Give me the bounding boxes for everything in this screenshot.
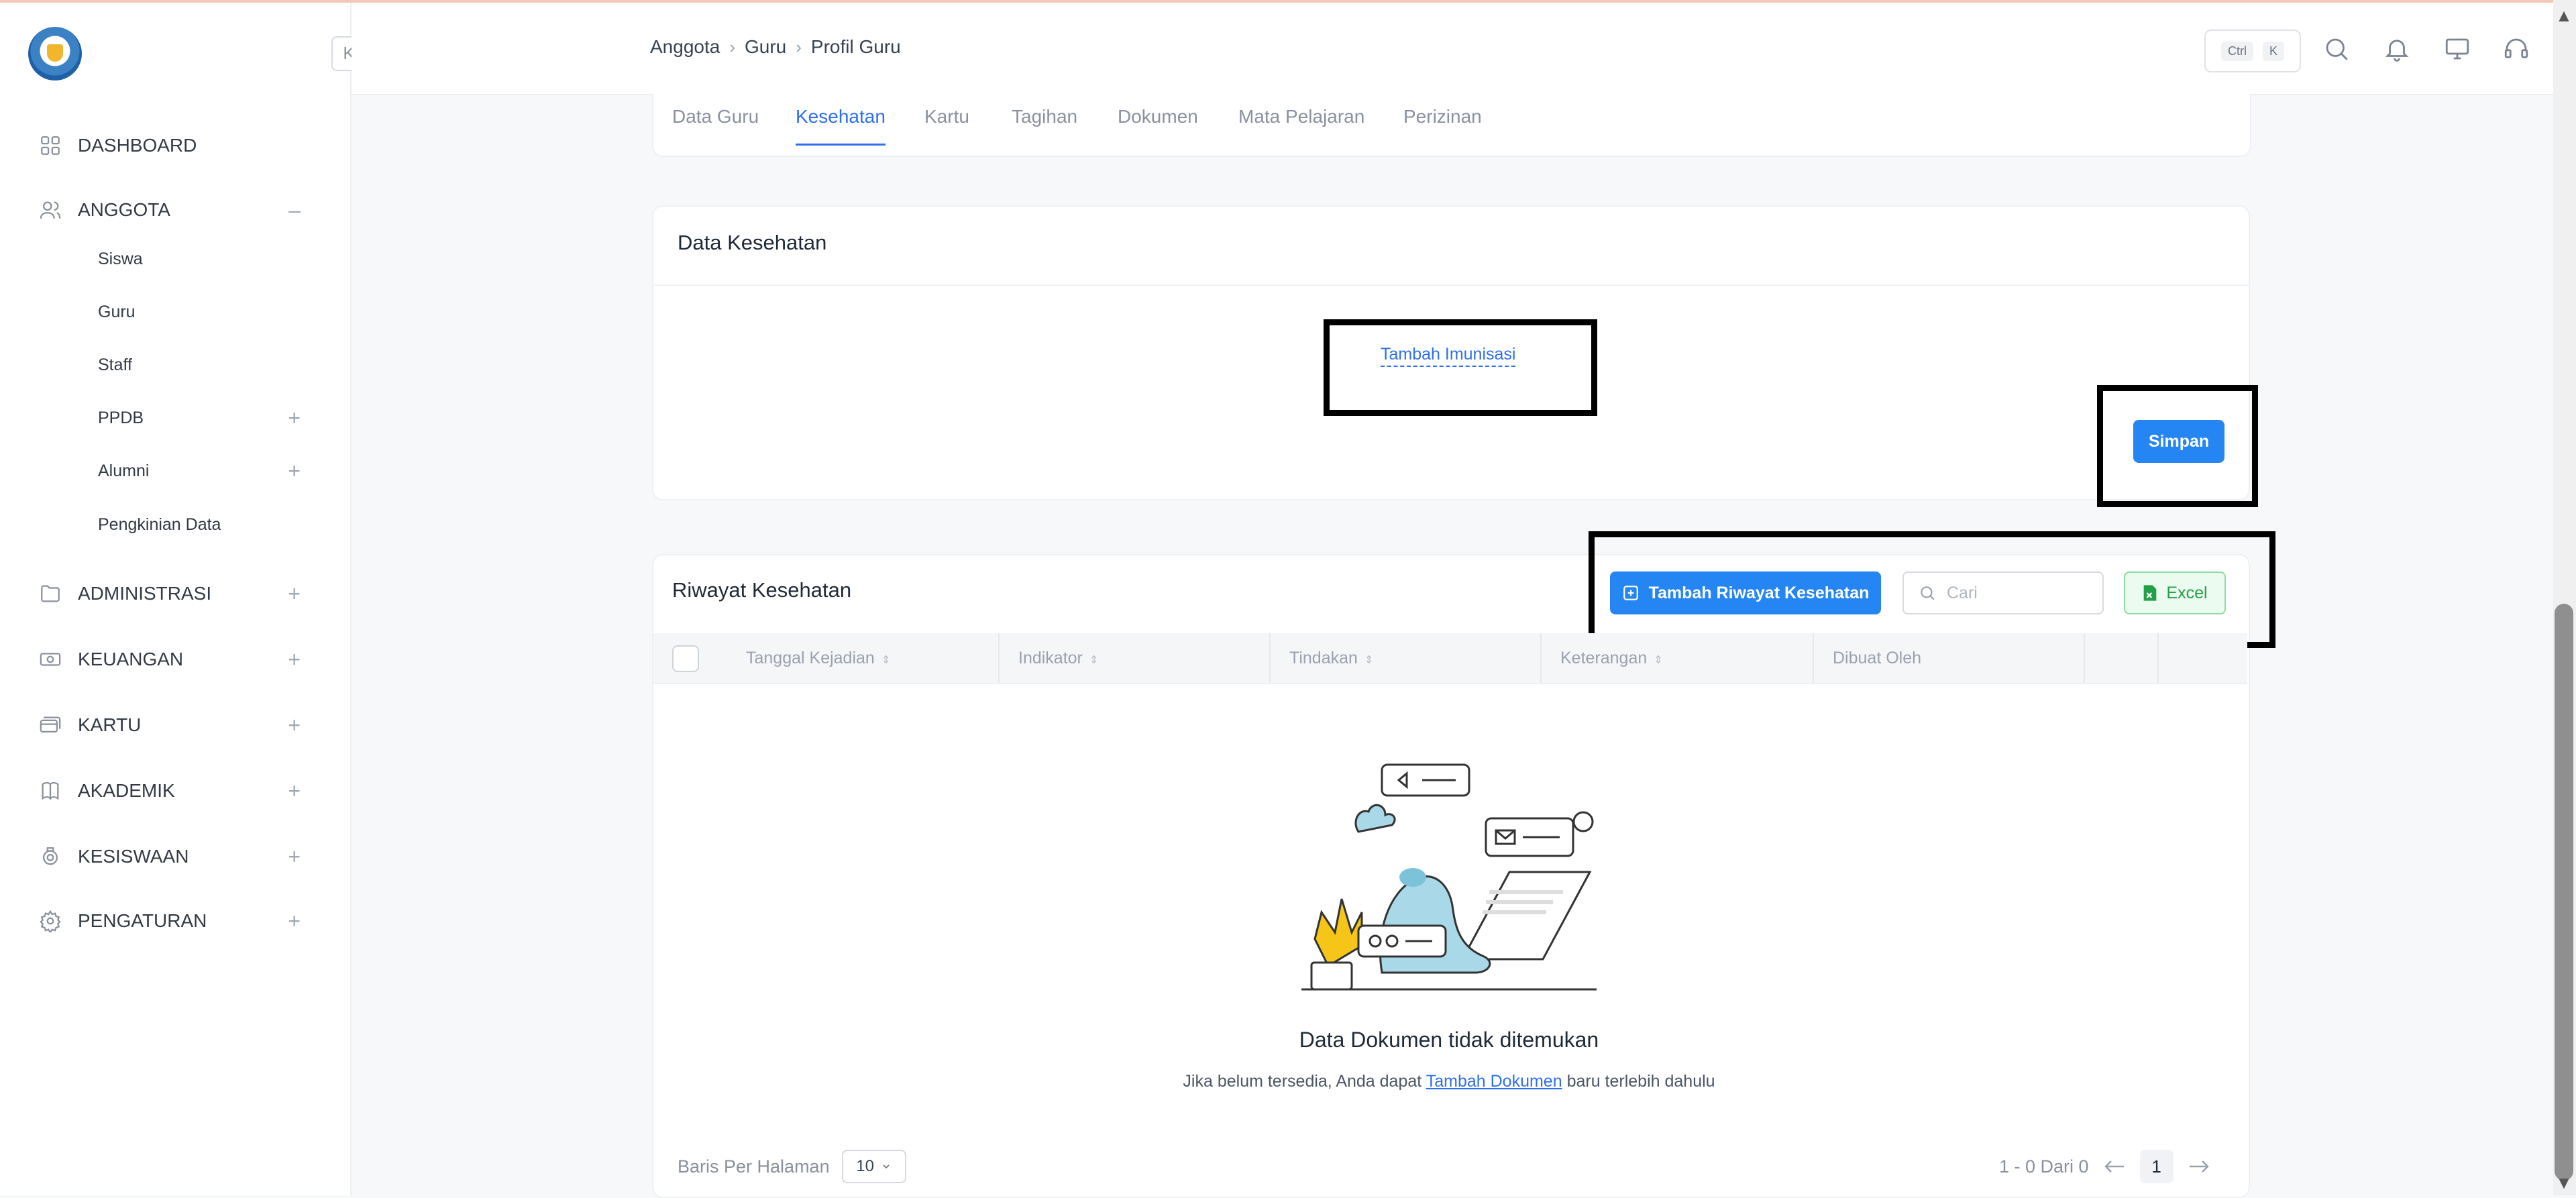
- tab-perizinan[interactable]: Perizinan: [1403, 106, 1482, 127]
- sidebar-item-label: ADMINISTRASI: [78, 583, 212, 604]
- column-keterangan[interactable]: Keterangan ⇕: [1542, 633, 1814, 683]
- highlight-box: [1589, 531, 2275, 648]
- page-number[interactable]: 1: [2139, 1150, 2174, 1183]
- breadcrumb-anggota[interactable]: Anggota: [650, 36, 720, 58]
- card-icon: [39, 714, 62, 737]
- pagination-size: Baris Per Halaman 10: [678, 1150, 906, 1183]
- empty-state-title: Data Dokumen tidak ditemukan: [1299, 1028, 1599, 1052]
- sidebar-item-label: AKADEMIK: [78, 780, 175, 801]
- column-indikator[interactable]: Indikator ⇕: [1000, 633, 1271, 683]
- expand-icon[interactable]: +: [288, 909, 301, 934]
- highlight-box: [2097, 385, 2258, 507]
- monitor-icon[interactable]: [2443, 35, 2471, 63]
- expand-icon[interactable]: +: [288, 845, 301, 869]
- sidebar-item-dashboard[interactable]: DASHBOARD: [39, 129, 301, 162]
- collapse-icon[interactable]: –: [288, 198, 301, 223]
- users-icon: [39, 199, 62, 221]
- tambah-dokumen-link[interactable]: Tambah Dokumen: [1426, 1072, 1562, 1091]
- top-header: Anggota › Guru › Profil Guru Ctrl K AF: [352, 3, 2576, 95]
- breadcrumb-separator: ›: [796, 36, 802, 57]
- sort-icon[interactable]: ⇕: [881, 655, 890, 666]
- breadcrumb-separator: ›: [729, 36, 735, 57]
- rows-per-page-label: Baris Per Halaman: [678, 1156, 830, 1177]
- money-icon: [39, 648, 62, 671]
- column-tindakan[interactable]: Tindakan ⇕: [1271, 633, 1542, 683]
- book-icon: [39, 779, 62, 802]
- expand-icon[interactable]: +: [288, 779, 301, 804]
- sidebar-subitem-siswa[interactable]: Siswa: [98, 246, 301, 272]
- breadcrumb-profil-guru: Profil Guru: [810, 36, 901, 57]
- headset-icon[interactable]: [2502, 35, 2530, 63]
- empty-state-subtitle: Jika belum tersedia, Anda dapat Tambah D…: [1183, 1072, 1715, 1091]
- sort-icon[interactable]: ⇕: [1654, 655, 1662, 666]
- column-tanggal-kejadian[interactable]: Tanggal Kejadian ⇕: [727, 633, 1000, 683]
- bell-icon[interactable]: [2383, 35, 2411, 63]
- expand-icon[interactable]: +: [288, 457, 301, 484]
- sort-icon[interactable]: ⇕: [1364, 655, 1373, 666]
- scrollbar-thumb[interactable]: [2555, 604, 2573, 1181]
- tab-data-guru[interactable]: Data Guru: [672, 106, 759, 127]
- divider: [653, 284, 2249, 286]
- school-logo[interactable]: [28, 27, 82, 80]
- sidebar-subitem-staff[interactable]: Staff: [98, 351, 301, 378]
- sidebar-item-keuangan[interactable]: KEUANGAN +: [39, 643, 301, 676]
- profile-tabs: Data Guru Kesehatan Kartu Tagihan Dokume…: [652, 94, 2251, 157]
- expand-icon[interactable]: +: [288, 582, 301, 606]
- command-palette-shortcut[interactable]: Ctrl K: [2204, 30, 2301, 72]
- select-all-cell: [653, 633, 727, 683]
- search-icon[interactable]: [2322, 35, 2351, 63]
- kbd-k: K: [2262, 41, 2284, 61]
- sidebar: K DASHBOARD ANGGOTA – Siswa Guru Staff P…: [0, 3, 366, 1195]
- column-actions: [2085, 633, 2159, 683]
- select-all-checkbox[interactable]: [672, 645, 699, 672]
- expand-icon[interactable]: +: [288, 647, 301, 672]
- tab-tagihan[interactable]: Tagihan: [1012, 106, 1077, 127]
- expand-icon[interactable]: +: [288, 713, 301, 738]
- grid-icon: [39, 134, 62, 157]
- badge-icon: [39, 845, 62, 868]
- arrow-right-icon[interactable]: [2188, 1159, 2210, 1174]
- tab-kartu[interactable]: Kartu: [924, 106, 969, 127]
- folder-icon: [39, 582, 62, 605]
- tab-mata-pelajaran[interactable]: Mata Pelajaran: [1238, 106, 1364, 127]
- sidebar-subitem-guru[interactable]: Guru: [98, 298, 301, 325]
- sidebar-subitem-pengkinian-data[interactable]: Pengkinian Data: [98, 511, 301, 538]
- arrow-left-icon[interactable]: [2104, 1159, 2125, 1174]
- empty-state-illustration: [1301, 763, 1597, 991]
- expand-icon[interactable]: +: [288, 404, 301, 431]
- rows-per-page-select[interactable]: 10: [841, 1150, 906, 1183]
- sidebar-subitem-ppdb[interactable]: PPDB +: [98, 404, 301, 431]
- scroll-down-icon[interactable]: ▼: [2555, 1173, 2573, 1193]
- sidebar-item-label: PENGATURAN: [78, 910, 207, 931]
- sidebar-item-kesiswaan[interactable]: KESISWAAN +: [39, 840, 301, 873]
- sidebar-item-label: DASHBOARD: [78, 135, 197, 156]
- tab-kesehatan[interactable]: Kesehatan: [796, 106, 885, 146]
- breadcrumb-guru[interactable]: Guru: [745, 36, 786, 58]
- sidebar-item-administrasi[interactable]: ADMINISTRASI +: [39, 577, 301, 610]
- sidebar-subitem-alumni[interactable]: Alumni +: [98, 457, 301, 484]
- sidebar-item-label: KESISWAAN: [78, 846, 189, 867]
- tab-dokumen[interactable]: Dokumen: [1118, 106, 1198, 127]
- sidebar-item-kartu[interactable]: KARTU +: [39, 708, 301, 742]
- sidebar-item-label: KARTU: [78, 714, 142, 735]
- column-dibuat-oleh: Dibuat Oleh: [1814, 633, 2085, 683]
- sidebar-item-pengaturan[interactable]: PENGATURAN +: [39, 904, 301, 938]
- card-title: Riwayat Kesehatan: [672, 578, 852, 602]
- chevron-down-icon: [883, 1164, 890, 1169]
- kbd-ctrl: Ctrl: [2220, 41, 2253, 61]
- pagination: 1 - 0 Dari 0 1: [1999, 1150, 2210, 1183]
- sidebar-item-label: KEUANGAN: [78, 649, 184, 669]
- highlight-box: [1324, 319, 1597, 416]
- sidebar-item-anggota[interactable]: ANGGOTA –: [39, 193, 301, 227]
- sidebar-item-akademik[interactable]: AKADEMIK +: [39, 774, 301, 808]
- sidebar-item-label: ANGGOTA: [78, 199, 170, 220]
- gear-icon: [39, 910, 62, 932]
- breadcrumb: Anggota › Guru › Profil Guru: [650, 36, 901, 58]
- sort-icon[interactable]: ⇕: [1089, 655, 1098, 666]
- table-header: Tanggal Kejadian ⇕ Indikator ⇕ Tindakan ⇕ K…: [653, 633, 2247, 684]
- card-title: Data Kesehatan: [678, 231, 827, 254]
- pagination-range: 1 - 0 Dari 0: [1999, 1156, 2089, 1177]
- scroll-up-icon[interactable]: ▲: [2555, 5, 2573, 26]
